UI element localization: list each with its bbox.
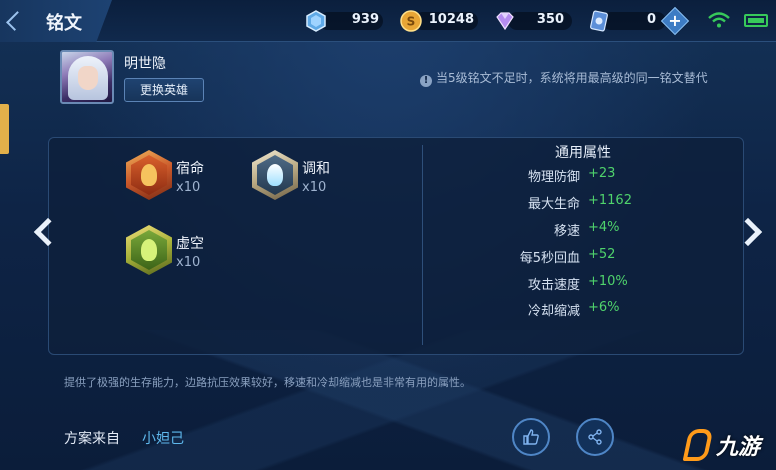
page-title: 铭文 (46, 13, 82, 34)
source-author-link[interactable]: 小妲己 (142, 428, 184, 448)
share-button[interactable] (576, 418, 614, 456)
thumbs-up-icon (523, 429, 539, 445)
attribute-name: 每5秒回血 (519, 251, 580, 266)
rune-item-harmony[interactable]: 调和 x10 (252, 150, 362, 206)
attribute-row: 冷却缩减 +6% (424, 300, 744, 320)
rune-void-icon (126, 225, 172, 275)
rune-name: 调和 (302, 161, 330, 177)
ticket-count: 0 (646, 12, 656, 27)
change-hero-button[interactable]: 更换英雄 (124, 78, 204, 102)
add-currency-button[interactable]: + (660, 6, 690, 36)
attribute-value: +23 (588, 166, 616, 181)
attribute-name: 物理防御 (527, 170, 580, 185)
info-icon: ! (420, 75, 432, 87)
ticket-card-icon (590, 10, 608, 32)
replacement-hint: ! 当5级铭文不足时，系统将用最高级的同一铭文替代 (420, 69, 708, 87)
attribute-name: 攻击速度 (527, 278, 580, 293)
hint-text: 当5级铭文不足时，系统将用最高级的同一铭文替代 (436, 71, 708, 85)
gold-resource: S 10248 (400, 10, 478, 32)
share-icon (588, 429, 602, 445)
rune-name: 宿命 (176, 161, 204, 177)
attribute-value: +1162 (588, 193, 632, 208)
svg-text:S: S (407, 15, 416, 29)
rune-count: x10 (176, 255, 201, 270)
attribute-value: +6% (588, 300, 620, 315)
rune-harmony-icon (252, 150, 298, 200)
watermark-text: 九游 (716, 435, 761, 460)
chevron-left-icon (33, 217, 63, 247)
attribute-row: 物理防御 +23 (424, 166, 744, 186)
crystal-resource: 939 (305, 10, 383, 32)
rune-name: 虚空 (176, 236, 204, 252)
wifi-icon (708, 12, 730, 28)
gold-count: 10248 (428, 12, 474, 27)
attribute-row: 攻击速度 +10% (424, 274, 744, 294)
attribute-name: 最大生命 (527, 197, 580, 212)
attribute-name: 冷却缩减 (527, 304, 580, 319)
attribute-value: +4% (588, 220, 620, 235)
side-tab-indicator[interactable] (0, 104, 9, 154)
diamond-count: 350 (536, 12, 564, 27)
diamond-icon (496, 12, 514, 31)
rune-item-void[interactable]: 虚空 x10 (126, 225, 236, 281)
top-bar: 铭文 939 S 10248 350 0 + (0, 0, 776, 42)
attribute-value: +52 (588, 247, 616, 262)
jiuyou-watermark-logo: 九游 (682, 425, 776, 470)
rune-set-description: 提供了极强的生存能力，边路抗压效果较好，移速和冷却缩减也是非常有用的属性。 (64, 376, 471, 389)
attribute-row: 最大生命 +1162 (424, 193, 744, 213)
hero-portrait-avatar[interactable] (60, 50, 114, 104)
panel-divider (422, 145, 423, 345)
back-arrow-icon (6, 11, 26, 31)
plus-icon: + (668, 11, 682, 30)
rune-count: x10 (302, 180, 327, 195)
attribute-row: 移速 +4% (424, 220, 744, 240)
source-label: 方案来自 (64, 431, 120, 447)
ticket-resource: 0 (588, 10, 666, 32)
hero-name: 明世隐 (124, 56, 166, 72)
like-button[interactable] (512, 418, 550, 456)
gold-coin-icon: S (400, 10, 422, 32)
crystal-icon (306, 10, 326, 32)
battery-icon (744, 14, 768, 27)
attribute-row: 每5秒回血 +52 (424, 247, 744, 267)
nine-logo-icon (682, 429, 714, 461)
attributes-title: 通用属性 (555, 145, 611, 161)
previous-page-arrow[interactable] (30, 214, 63, 254)
rune-fate-icon (126, 150, 172, 200)
attribute-value: +10% (588, 274, 628, 289)
rune-count: x10 (176, 180, 201, 195)
rune-item-fate[interactable]: 宿命 x10 (126, 150, 236, 206)
diamond-resource: 350 (494, 10, 572, 32)
attribute-name: 移速 (553, 224, 580, 239)
crystal-count: 939 (351, 12, 379, 27)
